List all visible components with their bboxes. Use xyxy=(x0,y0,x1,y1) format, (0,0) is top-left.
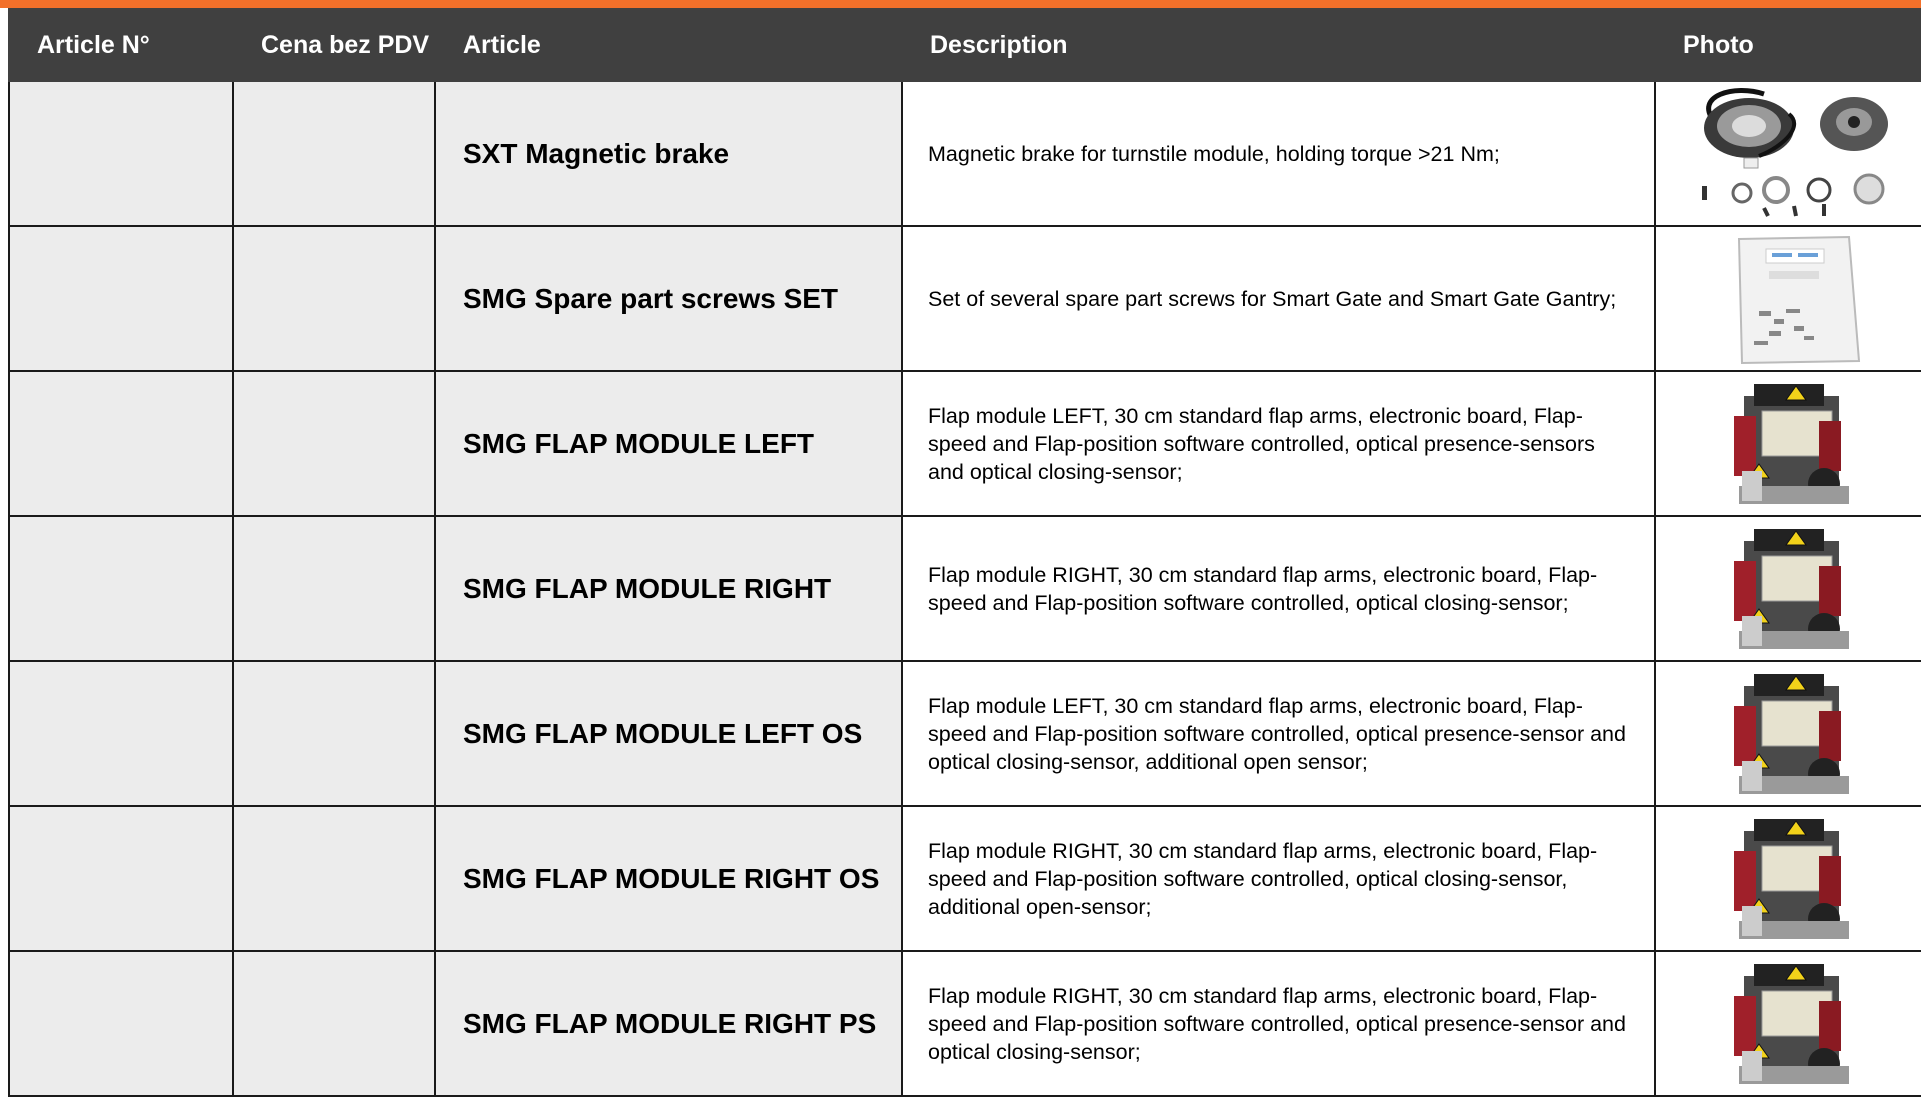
table-body: SXT Magnetic brake Magnetic brake for tur… xyxy=(8,80,1921,1097)
flap-module-photo xyxy=(1674,376,1904,511)
description-cell: Flap module RIGHT, 30 cm standard flap a… xyxy=(901,950,1656,1097)
table-row: SXT Magnetic brake Magnetic brake for tur… xyxy=(8,80,1921,227)
table-header: Article N° Cena bez PDV Article Descript… xyxy=(8,8,1921,82)
article-no-cell xyxy=(8,80,234,227)
article-name-cell: SMG FLAP MODULE LEFT xyxy=(434,370,903,517)
header-article-no: Article N° xyxy=(8,8,234,82)
price-cell xyxy=(232,370,436,517)
photo-cell xyxy=(1654,805,1921,952)
table-row: SMG FLAP MODULE RIGHT PS Flap module RIGH… xyxy=(8,950,1921,1097)
header-article: Article xyxy=(434,8,903,82)
price-cell xyxy=(232,515,436,662)
article-no-cell xyxy=(8,370,234,517)
top-accent-bar xyxy=(0,0,1921,8)
header-description: Description xyxy=(901,8,1656,82)
price-cell xyxy=(232,80,436,227)
table-row: SMG FLAP MODULE LEFT Flap module LEFT, 30… xyxy=(8,370,1921,517)
article-name-cell: SMG FLAP MODULE RIGHT OS xyxy=(434,805,903,952)
description-cell: Magnetic brake for turnstile module, hol… xyxy=(901,80,1656,227)
table-row: SMG Spare part screws SET Set of several … xyxy=(8,225,1921,372)
flap-module-photo xyxy=(1674,956,1904,1091)
article-name-cell: SMG FLAP MODULE RIGHT PS xyxy=(434,950,903,1097)
photo-cell xyxy=(1654,515,1921,662)
description-cell: Flap module RIGHT, 30 cm standard flap a… xyxy=(901,805,1656,952)
price-cell xyxy=(232,660,436,807)
article-no-cell xyxy=(8,225,234,372)
flap-module-photo xyxy=(1674,521,1904,656)
flap-module-photo xyxy=(1674,666,1904,801)
magnetic-brake-photo xyxy=(1674,86,1904,221)
article-name-cell: SMG FLAP MODULE RIGHT xyxy=(434,515,903,662)
flap-module-photo xyxy=(1674,811,1904,946)
price-list-page: Article N° Cena bez PDV Article Descript… xyxy=(0,0,1921,1100)
header-photo: Photo xyxy=(1654,8,1921,82)
description-cell: Flap module LEFT, 30 cm standard flap ar… xyxy=(901,660,1656,807)
photo-cell xyxy=(1654,370,1921,517)
article-no-cell xyxy=(8,660,234,807)
photo-cell xyxy=(1654,950,1921,1097)
header-price: Cena bez PDV xyxy=(232,8,436,82)
description-cell: Set of several spare part screws for Sma… xyxy=(901,225,1656,372)
table-row: SMG FLAP MODULE RIGHT Flap module RIGHT, … xyxy=(8,515,1921,662)
article-name-cell: SXT Magnetic brake xyxy=(434,80,903,227)
screws-bag-photo xyxy=(1674,231,1904,366)
article-name-cell: SMG FLAP MODULE LEFT OS xyxy=(434,660,903,807)
photo-cell xyxy=(1654,225,1921,372)
article-no-cell xyxy=(8,950,234,1097)
table-row: SMG FLAP MODULE RIGHT OS Flap module RIGH… xyxy=(8,805,1921,952)
article-no-cell xyxy=(8,805,234,952)
photo-cell xyxy=(1654,660,1921,807)
article-name-cell: SMG Spare part screws SET xyxy=(434,225,903,372)
table-row: SMG FLAP MODULE LEFT OS Flap module LEFT,… xyxy=(8,660,1921,807)
description-cell: Flap module LEFT, 30 cm standard flap ar… xyxy=(901,370,1656,517)
photo-cell xyxy=(1654,80,1921,227)
article-no-cell xyxy=(8,515,234,662)
price-cell xyxy=(232,950,436,1097)
price-cell xyxy=(232,225,436,372)
price-cell xyxy=(232,805,436,952)
description-cell: Flap module RIGHT, 30 cm standard flap a… xyxy=(901,515,1656,662)
article-table: Article N° Cena bez PDV Article Descript… xyxy=(8,8,1921,1097)
